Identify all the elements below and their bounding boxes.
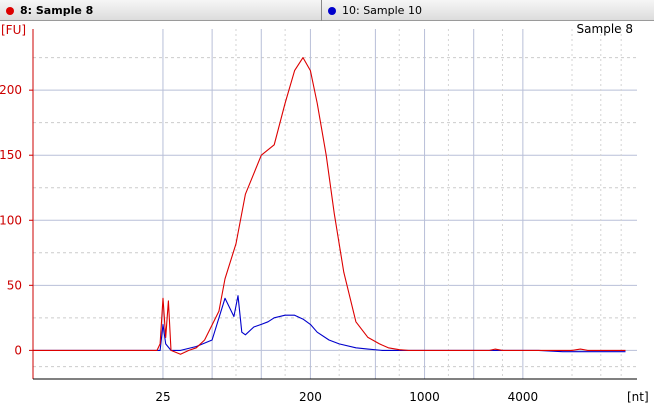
tab-sample-8-label: 8: Sample 8 bbox=[20, 4, 94, 17]
tab-sample-8[interactable]: 8: Sample 8 bbox=[0, 0, 322, 21]
x-tick-label: 4000 bbox=[508, 390, 539, 404]
sample-8-dot-icon bbox=[6, 6, 14, 15]
series-line bbox=[33, 57, 626, 355]
y-tick-label: 100 bbox=[0, 213, 22, 227]
sample-tab-bar: 8: Sample 8 10: Sample 10 bbox=[0, 0, 654, 21]
chart-title: Sample 8 bbox=[577, 22, 633, 36]
x-tick-label: 200 bbox=[299, 390, 322, 404]
axis-layer: 0 50 100 150 200 25 200 1000 4000 bbox=[0, 29, 637, 404]
x-axis-unit-label: [nt] bbox=[627, 390, 649, 404]
series-line bbox=[33, 295, 626, 353]
y-tick-label: 50 bbox=[7, 278, 22, 292]
y-axis-unit-label: [FU] bbox=[1, 23, 26, 37]
y-tick-label: 0 bbox=[14, 343, 22, 357]
electropherogram-chart: 05010015020025 200 1000 4000 Sample 8 [FU] … bbox=[0, 22, 649, 404]
y-tick-label: 150 bbox=[0, 148, 22, 162]
sample-10-dot-icon bbox=[328, 6, 336, 15]
series-layer bbox=[33, 57, 626, 355]
tab-sample-10-label: 10: Sample 10 bbox=[342, 4, 422, 17]
y-tick-label: 200 bbox=[0, 83, 22, 97]
grid-layer bbox=[33, 29, 637, 379]
x-tick-label: 1000 bbox=[409, 390, 440, 404]
tab-sample-10[interactable]: 10: Sample 10 bbox=[322, 0, 654, 21]
x-tick-label: 25 bbox=[155, 390, 170, 404]
